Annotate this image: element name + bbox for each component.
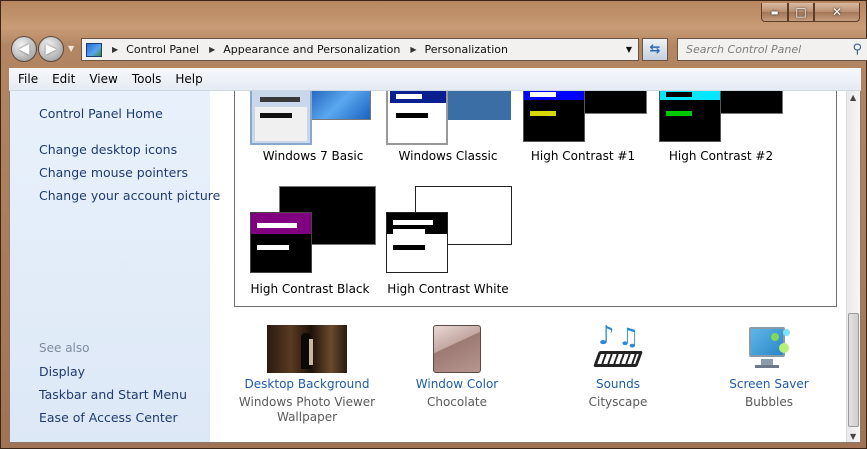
- desktop-background-link[interactable]: Desktop Background: [237, 377, 377, 391]
- vertical-scrollbar[interactable]: ▲ ▼: [846, 91, 860, 442]
- sidebar-change-mouse-pointers[interactable]: Change mouse pointers: [39, 165, 188, 180]
- sidebar-ease-of-access[interactable]: Ease of Access Center: [39, 410, 178, 425]
- see-also-heading: See also: [39, 341, 90, 355]
- theme-label: High Contrast White: [387, 282, 509, 296]
- main-panel: Windows 7 Basic Windows Classic High Con…: [210, 91, 850, 442]
- breadcrumb-personalization[interactable]: Personalization: [425, 43, 508, 56]
- window-color-swatch: [433, 325, 481, 373]
- theme-window-preview: [250, 91, 312, 145]
- theme-window-preview: [659, 91, 721, 142]
- theme-label: Windows 7 Basic: [262, 149, 364, 163]
- sidebar-taskbar-start-menu[interactable]: Taskbar and Start Menu: [39, 387, 187, 402]
- scroll-up-icon[interactable]: ▲: [850, 93, 856, 102]
- sidebar-change-account-picture[interactable]: Change your account picture: [39, 188, 220, 203]
- theme-windows-classic[interactable]: Windows Classic: [386, 91, 516, 169]
- menu-help[interactable]: Help: [168, 72, 209, 86]
- maximize-icon: □: [795, 5, 807, 19]
- window-color-link[interactable]: Window Color: [387, 377, 527, 391]
- sidebar-display[interactable]: Display: [39, 364, 85, 379]
- scrollbar-thumb[interactable]: [848, 313, 859, 427]
- search-placeholder: Search Control Panel: [686, 43, 802, 56]
- maximize-button[interactable]: □: [788, 3, 814, 22]
- tile-sounds[interactable]: ♪ ♫ Sounds Cityscape: [548, 321, 688, 410]
- sounds-icon: ♪ ♫: [593, 321, 643, 373]
- theme-background-preview: [583, 91, 647, 114]
- theme-background-preview: [446, 91, 511, 120]
- minimize-button[interactable]: ▬: [761, 3, 788, 22]
- theme-label: High Contrast Black: [250, 282, 370, 296]
- theme-high-contrast-black[interactable]: High Contrast Black: [250, 186, 380, 296]
- scroll-down-icon[interactable]: ▼: [850, 432, 856, 441]
- desktop-background-value: Windows Photo Viewer Wallpaper: [238, 395, 376, 424]
- sounds-link[interactable]: Sounds: [548, 377, 688, 391]
- theme-label: High Contrast #2: [668, 149, 774, 163]
- menu-view[interactable]: View: [82, 72, 124, 86]
- forward-button[interactable]: ▶: [38, 36, 64, 62]
- breadcrumb-appearance[interactable]: Appearance and Personalization: [223, 43, 400, 56]
- refresh-icon: ⇆: [649, 42, 661, 57]
- minimize-icon: ▬: [770, 7, 779, 17]
- theme-label: High Contrast #1: [530, 149, 636, 163]
- theme-background-preview: [310, 91, 371, 120]
- menu-bar: File Edit View Tools Help: [9, 68, 861, 91]
- breadcrumb-chevron-icon[interactable]: ▶: [209, 45, 215, 54]
- navigation-bar: ◀ ▶ ▼ ▶ Control Panel ▶ Appearance and P…: [9, 33, 867, 63]
- theme-background-preview: [719, 91, 783, 114]
- theme-window-preview: [523, 91, 585, 142]
- search-icon[interactable]: ⚲: [852, 42, 862, 57]
- address-dropdown-icon[interactable]: ▼: [626, 45, 632, 54]
- close-icon: ✕: [831, 5, 843, 19]
- desktop-background-thumbnail: [267, 325, 347, 373]
- screen-saver-icon: [745, 325, 793, 373]
- sounds-value: Cityscape: [588, 395, 648, 409]
- theme-high-contrast-white[interactable]: High Contrast White: [386, 186, 516, 296]
- caption-buttons: ▬ □ ✕: [761, 3, 860, 22]
- personalization-window: ▬ □ ✕ ◀ ▶ ▼ ▶ Control Panel ▶ Appearance…: [0, 0, 867, 449]
- content-area: Control Panel Home Change desktop icons …: [9, 91, 861, 443]
- theme-windows-7-basic[interactable]: Windows 7 Basic: [250, 91, 375, 169]
- sidebar-change-desktop-icons[interactable]: Change desktop icons: [39, 142, 177, 157]
- close-button[interactable]: ✕: [814, 3, 860, 22]
- refresh-button[interactable]: ⇆: [642, 38, 668, 61]
- tile-desktop-background[interactable]: Desktop Background Windows Photo Viewer …: [237, 325, 377, 425]
- address-bar[interactable]: ▶ Control Panel ▶ Appearance and Persona…: [81, 38, 639, 61]
- search-input[interactable]: Search Control Panel ⚲: [677, 38, 867, 61]
- menu-tools[interactable]: Tools: [125, 72, 169, 86]
- breadcrumb-chevron-icon[interactable]: ▶: [410, 45, 416, 54]
- themes-list: Windows 7 Basic Windows Classic High Con…: [234, 91, 837, 307]
- window-color-value: Chocolate: [426, 395, 488, 409]
- breadcrumb-chevron-icon[interactable]: ▶: [112, 45, 118, 54]
- theme-high-contrast-2[interactable]: High Contrast #2: [659, 91, 789, 169]
- tile-window-color[interactable]: Window Color Chocolate: [387, 325, 527, 410]
- back-button[interactable]: ◀: [11, 36, 37, 62]
- theme-window-preview: [250, 212, 312, 273]
- control-panel-icon: [86, 42, 102, 57]
- sidebar-control-panel-home[interactable]: Control Panel Home: [39, 106, 163, 121]
- back-arrow-icon: ◀: [18, 41, 30, 57]
- screen-saver-link[interactable]: Screen Saver: [699, 377, 839, 391]
- tile-screen-saver[interactable]: Screen Saver Bubbles: [699, 325, 839, 410]
- menu-file[interactable]: File: [11, 72, 45, 86]
- theme-window-preview: [386, 91, 448, 145]
- menu-edit[interactable]: Edit: [45, 72, 82, 86]
- forward-arrow-icon: ▶: [45, 41, 57, 57]
- theme-label: Windows Classic: [398, 149, 498, 163]
- screen-saver-value: Bubbles: [744, 395, 794, 409]
- theme-window-preview: [386, 212, 448, 273]
- sidebar: Control Panel Home Change desktop icons …: [10, 91, 220, 442]
- recent-pages-dropdown-icon[interactable]: ▼: [68, 44, 74, 53]
- breadcrumb-control-panel[interactable]: Control Panel: [126, 43, 199, 56]
- theme-high-contrast-1[interactable]: High Contrast #1: [523, 91, 653, 169]
